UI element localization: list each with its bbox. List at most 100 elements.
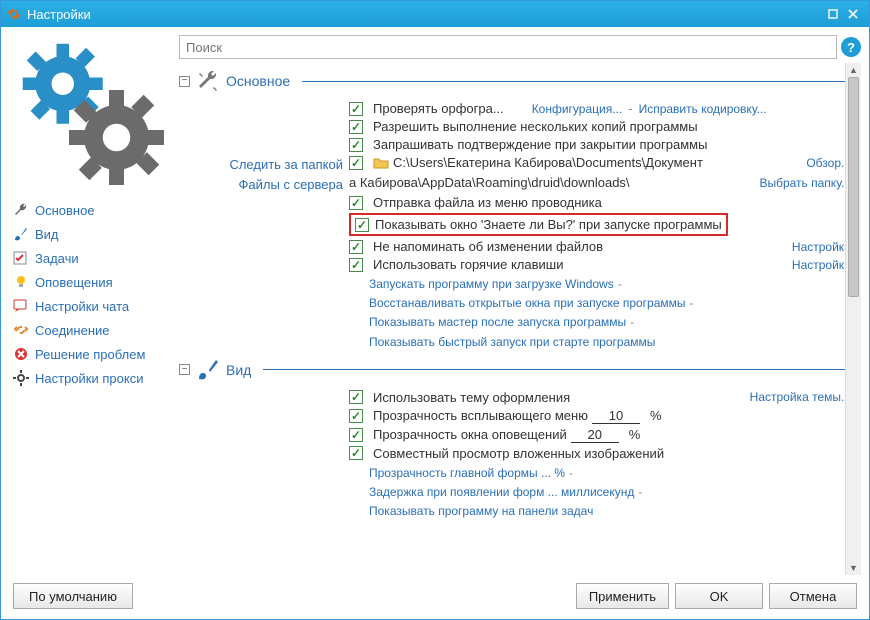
- label-tip-window: Показывать окно 'Знаете ли Вы?' при запу…: [375, 217, 722, 232]
- value-notif-transparency[interactable]: 20: [571, 427, 619, 443]
- view-subtext: Прозрачность главной формы ... %- Задерж…: [369, 464, 851, 522]
- checkbox-no-remind[interactable]: [349, 240, 363, 254]
- checkbox-explorer-send[interactable]: [349, 196, 363, 210]
- nav-list: Основное Вид Задачи Оповещения: [9, 199, 179, 389]
- nav-troubleshoot[interactable]: Решение проблем: [9, 343, 179, 365]
- label-server-files: Файлы с сервера: [179, 175, 349, 192]
- label-notif-transparency: Прозрачность окна оповещений: [373, 427, 567, 442]
- label-allow-multiple: Разрешить выполнение нескольких копий пр…: [373, 119, 698, 134]
- label-popup-transparency: Прозрачность всплывающего меню: [373, 408, 588, 423]
- cancel-button[interactable]: Отмена: [769, 583, 857, 609]
- nav-label: Решение проблем: [35, 347, 145, 362]
- percent-sign: %: [650, 408, 662, 423]
- ok-button[interactable]: OK: [675, 583, 763, 609]
- nav-connection[interactable]: Соединение: [9, 319, 179, 341]
- help-button[interactable]: ?: [841, 37, 861, 57]
- link-setting-2[interactable]: Настройка: [792, 258, 851, 272]
- default-button[interactable]: По умолчанию: [13, 583, 133, 609]
- sublink[interactable]: Задержка при появлении форм ... миллисек…: [369, 485, 634, 499]
- gears-illustration: [9, 35, 179, 195]
- main-subtext: Запускать программу при загрузке Windows…: [369, 275, 851, 352]
- value-popup-transparency[interactable]: 10: [592, 408, 640, 424]
- section-main-header: − Основное: [179, 69, 851, 93]
- label-explorer-send: Отправка файла из меню проводника: [373, 195, 602, 210]
- link-theme-setting[interactable]: Настройка темы...: [750, 390, 851, 404]
- nav-alerts[interactable]: Оповещения: [9, 271, 179, 293]
- nav-label: Настройки прокси: [35, 371, 143, 386]
- checkbox-notif-transparency[interactable]: [349, 428, 363, 442]
- label-shared-preview: Совместный просмотр вложенных изображени…: [373, 446, 664, 461]
- nav-label: Задачи: [35, 251, 79, 266]
- nav-label: Вид: [35, 227, 59, 242]
- brush-icon: [13, 226, 29, 242]
- checkbox-popup-transparency[interactable]: [349, 409, 363, 423]
- checkbox-hotkeys[interactable]: [349, 258, 363, 272]
- checkbox-watch-folder[interactable]: [349, 156, 363, 170]
- settings-window: Настройки: [0, 0, 870, 620]
- checkbox-use-theme[interactable]: [349, 390, 363, 404]
- scrollbar[interactable]: ▲ ▼: [845, 63, 861, 575]
- checklist-icon: [13, 250, 29, 266]
- nav-main[interactable]: Основное: [9, 199, 179, 221]
- circle-x-icon: [13, 346, 29, 362]
- window-title: Настройки: [27, 7, 823, 22]
- brush-large-icon: [196, 358, 220, 382]
- tools-icon: [196, 69, 220, 93]
- nav-label: Основное: [35, 203, 95, 218]
- link-setting-1[interactable]: Настройка: [792, 240, 851, 254]
- close-button[interactable]: [843, 6, 863, 22]
- watch-folder-path: C:\Users\Екатерина Кабирова\Documents\До…: [393, 155, 703, 170]
- sublink[interactable]: Прозрачность главной формы ... %: [369, 466, 565, 480]
- folder-icon: [373, 156, 389, 170]
- checkbox-tip-window[interactable]: [355, 218, 369, 232]
- sidebar: Основное Вид Задачи Оповещения: [9, 35, 179, 575]
- sublink[interactable]: Показывать быстрый запуск при старте про…: [369, 335, 655, 349]
- nav-label: Оповещения: [35, 275, 113, 290]
- nav-proxy[interactable]: Настройки прокси: [9, 367, 179, 389]
- sublink[interactable]: Показывать мастер после запуска программ…: [369, 315, 626, 329]
- content-scroll: − Основное Проверять орфогра...: [179, 63, 861, 575]
- link-config[interactable]: Конфигурация...: [532, 102, 623, 116]
- checkbox-spellcheck[interactable]: [349, 102, 363, 116]
- apply-button[interactable]: Применить: [576, 583, 669, 609]
- nav-chat[interactable]: Настройки чата: [9, 295, 179, 317]
- label-hotkeys: Использовать горячие клавиши: [373, 257, 563, 272]
- footer: По умолчанию Применить OK Отмена: [9, 575, 861, 611]
- app-icon: [7, 7, 21, 21]
- nav-tasks[interactable]: Задачи: [9, 247, 179, 269]
- titlebar: Настройки: [1, 1, 869, 27]
- link-choose-folder[interactable]: Выбрать папку...: [759, 176, 851, 190]
- nav-label: Настройки чата: [35, 299, 129, 314]
- scroll-down-icon[interactable]: ▼: [846, 561, 861, 575]
- label-use-theme: Использовать тему оформления: [373, 390, 570, 405]
- link-icon: [13, 322, 29, 338]
- checkbox-allow-multiple[interactable]: [349, 120, 363, 134]
- wrench-icon: [13, 202, 29, 218]
- sublink[interactable]: Запускать программу при загрузке Windows: [369, 277, 614, 291]
- collapse-icon[interactable]: −: [179, 76, 190, 87]
- label-spellcheck: Проверять орфогра...: [373, 101, 504, 116]
- percent-sign: %: [629, 427, 641, 442]
- checkbox-confirm-close[interactable]: [349, 138, 363, 152]
- collapse-icon[interactable]: −: [179, 364, 190, 375]
- nav-view[interactable]: Вид: [9, 223, 179, 245]
- section-title: Вид: [226, 362, 251, 378]
- search-input[interactable]: [179, 35, 837, 59]
- scroll-thumb[interactable]: [848, 77, 859, 297]
- bulb-icon: [13, 274, 29, 290]
- sublink[interactable]: Восстанавливать открытые окна при запуск…: [369, 296, 686, 310]
- highlight-tip-window: Показывать окно 'Знаете ли Вы?' при запу…: [349, 213, 728, 236]
- link-fix-encoding[interactable]: Исправить кодировку...: [639, 102, 767, 116]
- scroll-up-icon[interactable]: ▲: [846, 63, 861, 77]
- server-files-path: а Кабирова\AppData\Roaming\druid\downloa…: [349, 175, 630, 190]
- label-watch-folder: Следить за папкой: [179, 155, 349, 172]
- checkbox-shared-preview[interactable]: [349, 446, 363, 460]
- section-title: Основное: [226, 73, 290, 89]
- label-no-remind: Не напоминать об изменении файлов: [373, 239, 603, 254]
- sublink[interactable]: Показывать программу на панели задач: [369, 504, 593, 518]
- section-view-header: − Вид: [179, 358, 851, 382]
- maximize-button[interactable]: [823, 6, 843, 22]
- label-confirm-close: Запрашивать подтверждение при закрытии п…: [373, 137, 707, 152]
- chat-icon: [13, 298, 29, 314]
- gear-icon: [13, 370, 29, 386]
